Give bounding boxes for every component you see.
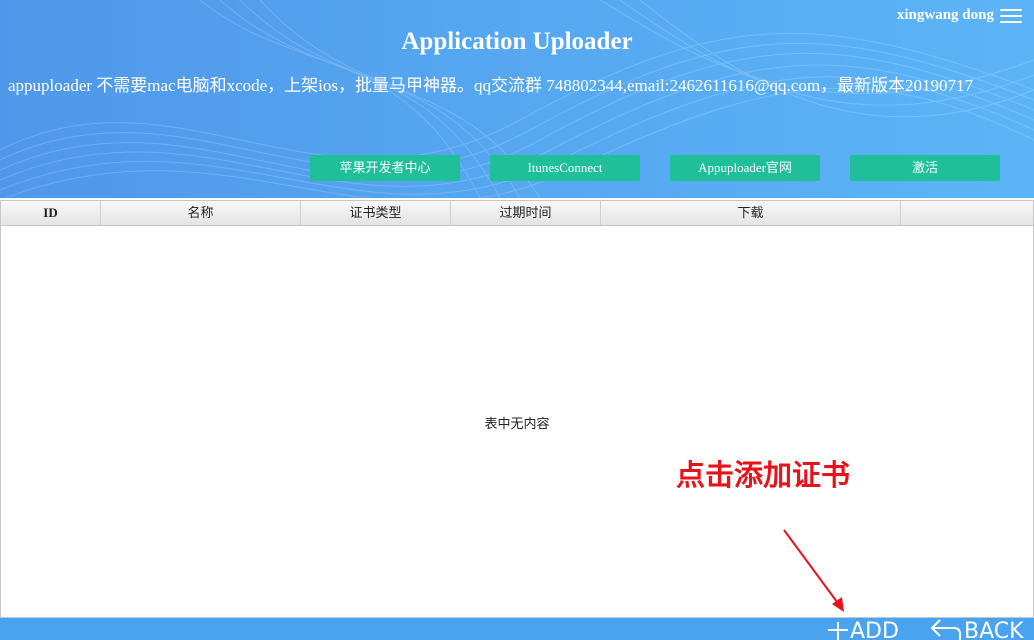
back-label: BACK bbox=[964, 619, 1024, 640]
column-header-download[interactable]: 下载 bbox=[601, 201, 901, 225]
hamburger-menu-icon[interactable] bbox=[1000, 9, 1022, 25]
table-empty-message: 表中无内容 bbox=[484, 416, 550, 431]
back-arrow-icon bbox=[930, 619, 961, 640]
footer-bar: ADD BACK bbox=[0, 618, 1034, 640]
column-header-cert-type[interactable]: 证书类型 bbox=[301, 201, 451, 225]
annotation-label: 点击添加证书 bbox=[676, 458, 851, 492]
apple-developer-center-button[interactable]: 苹果开发者中心 bbox=[310, 155, 460, 181]
column-header-expiry[interactable]: 过期时间 bbox=[451, 201, 601, 225]
plus-icon bbox=[828, 622, 848, 640]
column-header-id[interactable]: ID bbox=[1, 201, 101, 225]
annotation-arrow-icon bbox=[783, 529, 844, 612]
add-label: ADD bbox=[850, 619, 899, 640]
add-button[interactable]: ADD bbox=[826, 618, 899, 640]
appuploader-website-button[interactable]: Appuploader官网 bbox=[670, 155, 820, 181]
back-button[interactable]: BACK bbox=[928, 618, 1024, 640]
column-header-name[interactable]: 名称 bbox=[101, 201, 301, 225]
page-title: Application Uploader bbox=[401, 28, 633, 55]
activate-button[interactable]: 激活 bbox=[850, 155, 1000, 181]
itunes-connect-button[interactable]: ItunesConnect bbox=[490, 155, 640, 181]
certificate-table: ID 名称 证书类型 过期时间 下载 表中无内容 bbox=[0, 200, 1034, 618]
user-name[interactable]: xingwang dong bbox=[897, 7, 994, 24]
table-header: ID 名称 证书类型 过期时间 下载 bbox=[1, 201, 1033, 226]
column-header-extra bbox=[901, 201, 1033, 225]
app-description: appuploader 不需要mac电脑和xcode，上架ios，批量马甲神器。… bbox=[8, 76, 974, 95]
app-header: xingwang dong Application Uploader appup… bbox=[0, 0, 1034, 198]
